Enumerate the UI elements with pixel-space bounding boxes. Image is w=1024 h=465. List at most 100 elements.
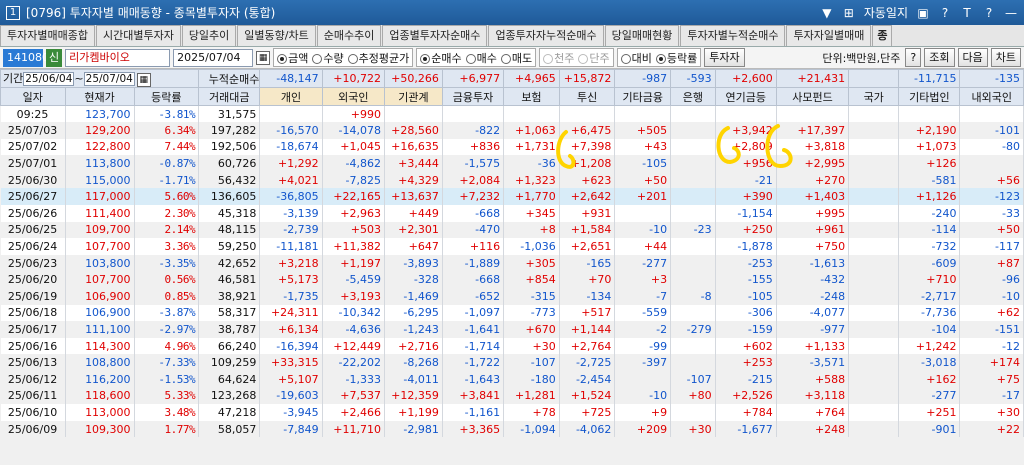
help-icon[interactable]: ? — [938, 6, 952, 20]
tab-3[interactable]: 일별동향/차트 — [237, 25, 316, 46]
radio-icon[interactable] — [312, 53, 323, 64]
table-row[interactable]: 25/06/26 111,400 2.30% 45,318 -3,139 +2,963 +4… — [0, 205, 1024, 222]
table-row[interactable]: 25/06/25 109,700 2.14% 48,115 -2,739 +503 +2,3… — [0, 221, 1024, 239]
g1-option-2[interactable]: 추정평균가 — [347, 50, 409, 66]
col-header-8[interactable]: 보험 — [503, 87, 560, 106]
help-button[interactable]: ? — [905, 48, 922, 67]
cell-6: +12,359 — [384, 387, 443, 405]
cell-5: -7,825 — [322, 171, 386, 189]
col-header-6[interactable]: 기관계 — [384, 87, 443, 106]
tab-5[interactable]: 업종별투자자순매수 — [382, 25, 488, 46]
window-number[interactable]: 1 — [6, 5, 20, 20]
g4-option-0[interactable]: 대비 — [620, 50, 652, 66]
table-row[interactable]: 25/06/24 107,700 3.36% 59,250 -11,181 +11,382… — [0, 238, 1024, 255]
radio-icon[interactable] — [543, 53, 554, 64]
stock-name-field[interactable]: 리가켐바이오 — [65, 48, 171, 67]
table-row[interactable]: 25/06/17 111,100 -2.97% 38,787 +6,134 -4,636-… — [0, 321, 1024, 338]
cell-7: +7,232 — [442, 188, 505, 206]
table-row[interactable]: 25/07/02 122,800 7.44% 192,506 -18,674 +1,045… — [0, 138, 1024, 156]
minimize-icon[interactable]: — — [1004, 6, 1018, 20]
tab-10[interactable]: 종 — [872, 25, 893, 46]
g3-option-0[interactable]: 천주 — [543, 50, 574, 66]
calendar-icon[interactable]: ▦ — [256, 50, 271, 65]
chart-button[interactable]: 차트 — [990, 48, 1021, 67]
table-row[interactable]: 25/06/27 117,000 5.60% 136,605 -36,805 +22,16… — [0, 188, 1024, 206]
table-row[interactable]: 25/06/11 118,600 5.33% 123,268 -19,603 +7,537… — [0, 387, 1024, 405]
col-header-14[interactable]: 국가 — [848, 87, 900, 106]
g2-option-0[interactable]: 순매수 — [420, 50, 462, 66]
table-row[interactable]: 25/06/20 107,700 0.56% 46,581 +5,173 -5,459 -3… — [0, 271, 1024, 289]
tab-2[interactable]: 당일추이 — [181, 25, 237, 46]
table-row[interactable]: 25/07/03 129,200 6.34% 197,282 -16,570 -14,07… — [0, 122, 1024, 139]
period-from-input[interactable]: 25/06/04 — [23, 72, 75, 86]
table-row[interactable]: 25/06/16 114,300 4.96% 66,240 -16,394 +12,449… — [0, 337, 1024, 355]
radio-icon[interactable] — [465, 53, 476, 64]
tab-0[interactable]: 투자자별매매종합 — [0, 25, 95, 46]
question-icon[interactable]: ? — [982, 6, 996, 20]
col-header-1[interactable]: 현재가 — [64, 87, 135, 106]
table-row[interactable]: 25/06/10 113,000 3.48% 47,218 -3,945 +2,466 +1… — [0, 404, 1024, 421]
auto-journal-button[interactable]: 자동일지 — [864, 4, 908, 21]
investor-button[interactable]: 투자자 — [704, 48, 745, 67]
table-row[interactable]: 25/06/23 103,800 -3.35% 42,652 +3,218 +1,197-… — [0, 254, 1024, 272]
cell-0: 25/07/03 — [0, 122, 66, 139]
col-header-0[interactable]: 일자 — [0, 87, 66, 106]
calendar-icon[interactable]: ▦ — [136, 73, 151, 87]
col-header-4[interactable]: 개인 — [259, 87, 323, 106]
font-icon[interactable]: T — [960, 6, 974, 20]
table-row[interactable]: 25/06/30 115,000 -1.71% 56,432 +4,021 -7,825 +… — [0, 171, 1024, 189]
cell-1: 106,900 — [65, 288, 135, 305]
table-row[interactable]: 09:25 123,700 -3.81% 31,575 +990 — [0, 105, 1024, 123]
g2-option-2[interactable]: 매도 — [500, 50, 532, 66]
cell-1: 109,700 — [65, 221, 135, 239]
col-header-2[interactable]: 등락률 — [133, 87, 200, 106]
cell-12: +602 — [715, 337, 777, 355]
date-input[interactable]: 2025/07/04 — [173, 48, 254, 67]
cell-8: +1,063 — [503, 122, 560, 139]
next-button[interactable]: 다음 — [957, 48, 988, 67]
radio-icon[interactable] — [500, 53, 511, 64]
g1-option-1[interactable]: 수량 — [312, 50, 344, 66]
layout-icon[interactable]: ⊞ — [842, 6, 856, 20]
table-row[interactable]: 25/06/19 106,900 0.85% 38,921 -1,735 +3,193 -1… — [0, 288, 1024, 305]
col-header-13[interactable]: 사모펀드 — [775, 87, 850, 106]
tab-8[interactable]: 투자자별누적순매수 — [680, 25, 786, 46]
radio-icon[interactable] — [620, 53, 631, 64]
query-button[interactable]: 조회 — [924, 48, 955, 67]
col-header-7[interactable]: 금융투자 — [441, 87, 505, 106]
dropdown-icon[interactable]: ▼ — [820, 6, 834, 20]
tab-9[interactable]: 투자자일별매매 — [786, 25, 872, 46]
table-row[interactable]: 25/06/12 116,200 -1.53% 64,624 +5,107 -1,333-… — [0, 371, 1024, 388]
col-header-10[interactable]: 기타금융 — [614, 87, 672, 106]
col-header-15[interactable]: 기타법인 — [898, 87, 961, 106]
stock-code-input[interactable]: 141080 — [3, 48, 49, 67]
table-row[interactable]: 25/06/18 106,900 -3.87% 58,317 +24,311 -10,34… — [0, 304, 1024, 322]
radio-icon[interactable] — [420, 53, 431, 64]
radio-icon[interactable] — [277, 53, 288, 64]
table-row[interactable]: 25/06/09 109,300 1.77% 58,057 -7,849 +11,710-… — [0, 420, 1024, 438]
col-header-5[interactable]: 외국인 — [321, 87, 386, 106]
cum-value: +10,722 — [321, 69, 386, 88]
radio-icon[interactable] — [347, 53, 358, 64]
tab-7[interactable]: 당일매매현황 — [604, 25, 680, 46]
col-header-11[interactable]: 은행 — [670, 87, 716, 106]
col-header-3[interactable]: 거래대금 — [198, 87, 261, 106]
window-icon[interactable]: ▣ — [916, 6, 930, 20]
g2-option-1[interactable]: 매수 — [465, 50, 497, 66]
tab-4[interactable]: 순매수추이 — [316, 25, 382, 46]
cell-2: -3.81% — [134, 105, 200, 123]
col-header-9[interactable]: 투신 — [558, 87, 616, 106]
radio-icon[interactable] — [578, 53, 589, 64]
col-header-12[interactable]: 연기금등 — [714, 87, 777, 106]
radio-icon[interactable] — [655, 53, 666, 64]
g3-option-1[interactable]: 단주 — [578, 50, 610, 66]
g4-option-1[interactable]: 등락률 — [655, 50, 697, 66]
period-to-input[interactable]: 25/07/04 — [83, 72, 135, 86]
table-row[interactable]: 25/07/01 113,800 -0.87% 60,726 +1,292 -4,862 +… — [0, 155, 1024, 172]
tab-1[interactable]: 시간대별투자자 — [95, 25, 181, 46]
cell-12: -1,154 — [715, 205, 777, 222]
g1-option-0[interactable]: 금액 — [277, 50, 308, 66]
col-header-16[interactable]: 내외국인 — [959, 87, 1024, 106]
table-row[interactable]: 25/06/13 108,800 -7.33% 109,259 +33,315 -22,2… — [0, 354, 1024, 371]
tab-6[interactable]: 업종투자자누적순매수 — [488, 25, 604, 46]
